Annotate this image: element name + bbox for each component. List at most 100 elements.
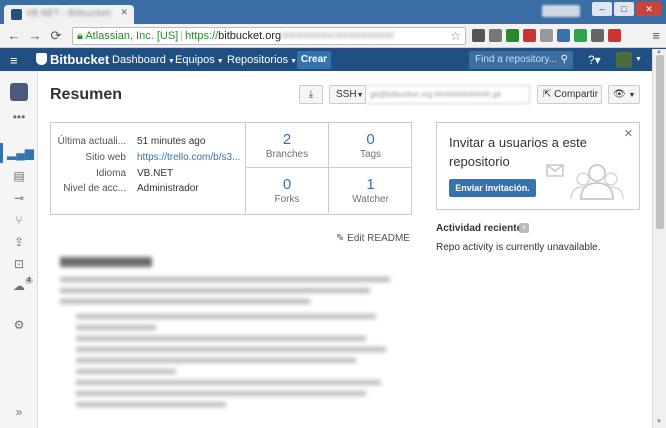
- readme-bullet: [76, 347, 386, 352]
- sidebar-item-settings[interactable]: ⚙: [0, 315, 38, 335]
- stat-forks[interactable]: 0 Forks: [246, 168, 329, 213]
- upload-icon: ⇪: [13, 235, 25, 249]
- recent-activity-title: Actividad reciente: [436, 223, 523, 234]
- nav-equipos[interactable]: Equipos ▼: [175, 54, 224, 66]
- watch-button[interactable]: 👁︎ ▼: [608, 85, 640, 104]
- expand-sidebar-icon[interactable]: »: [0, 402, 38, 422]
- browser-toolbar: ← → ⟳ 🔒︎ Atlassian, Inc. [US] | https://bi…: [0, 24, 666, 48]
- help-icon[interactable]: ?▾: [588, 53, 601, 67]
- bookmark-star-icon[interactable]: ☆: [450, 28, 461, 44]
- extension-icons: [472, 29, 621, 42]
- sidebar-item-downloads[interactable]: ⇪: [0, 232, 38, 252]
- info-value: Administrador: [137, 183, 199, 194]
- edit-readme-link[interactable]: ✎ Edit README: [336, 233, 410, 244]
- share-button[interactable]: ⇱ Compartir: [537, 85, 602, 104]
- stat-label: Forks: [274, 194, 300, 205]
- repo-avatar[interactable]: [10, 83, 28, 101]
- chevron-down-icon: ▼: [167, 58, 175, 65]
- maximize-icon[interactable]: □: [614, 2, 634, 16]
- close-window-icon[interactable]: ✕: [636, 2, 662, 16]
- profile-name[interactable]: [542, 5, 580, 17]
- nav-repositorios-label: Repositorios: [227, 54, 289, 66]
- chevron-down-icon: ▼: [356, 92, 364, 99]
- scrollbar-thumb[interactable]: [656, 55, 664, 229]
- sidebar-item-branches[interactable]: ⑂: [0, 210, 38, 230]
- readme-line: [60, 288, 370, 293]
- sidebar-item-pull-requests[interactable]: ⊡: [0, 254, 38, 274]
- share-icon: ⇱: [543, 89, 555, 100]
- sidebar-item-source[interactable]: ▤: [0, 166, 38, 186]
- search-icon[interactable]: ⚲: [561, 54, 568, 65]
- readme-line: [60, 277, 390, 282]
- info-key: Sitio web: [85, 152, 126, 163]
- info-row-access-level: Nivel de acc... Administrador: [51, 183, 246, 197]
- share-label: Compartir: [554, 89, 599, 100]
- commit-icon: ⊸: [13, 191, 25, 205]
- stat-number: 1: [366, 176, 375, 193]
- grey-extension-icon[interactable]: [540, 29, 553, 42]
- close-icon[interactable]: ✕: [624, 127, 633, 140]
- pipelines-count-badge: 4: [25, 277, 33, 284]
- dark-extension-icon[interactable]: [591, 29, 604, 42]
- file-icon: ▤: [13, 169, 25, 183]
- readme-line: [60, 299, 310, 304]
- nav-repositorios[interactable]: Repositorios ▼: [227, 54, 297, 66]
- bar-chart-icon: ▂▄▆: [7, 146, 34, 160]
- main-content: Resumen ⤓ SSH▼ git@bitbucket.org:##/####…: [38, 71, 652, 428]
- stat-label: Tags: [359, 149, 382, 160]
- lock-icon: 🔒︎: [77, 30, 83, 42]
- send-invitation-button[interactable]: Enviar invitación.: [449, 179, 536, 197]
- stat-tags[interactable]: 0 Tags: [329, 123, 412, 168]
- sidebar-item-overview[interactable]: ▂▄▆: [0, 143, 38, 163]
- hat-extension-icon[interactable]: [608, 29, 621, 42]
- page-scrollbar[interactable]: ▲ ▼: [652, 49, 666, 428]
- close-tab-icon[interactable]: ✕: [120, 8, 128, 18]
- more-icon[interactable]: •••: [0, 107, 38, 127]
- website-link[interactable]: https://trello.com/b/s3...: [137, 152, 245, 163]
- green-extension-icon[interactable]: [574, 29, 587, 42]
- readme-bullet: [76, 402, 226, 407]
- pull-request-icon: ⊡: [13, 257, 25, 271]
- ghostery-extension-icon[interactable]: [489, 29, 502, 42]
- nav-dashboard-label: Dashboard: [112, 54, 166, 66]
- chevron-down-icon[interactable]: ▼: [635, 56, 642, 63]
- ev-certificate-label[interactable]: Atlassian, Inc. [US]: [85, 30, 178, 42]
- pocket-extension-icon[interactable]: [472, 29, 485, 42]
- stat-branches[interactable]: 2 Branches: [246, 123, 329, 168]
- red-extension-icon[interactable]: [523, 29, 536, 42]
- create-button[interactable]: Crear: [297, 51, 331, 69]
- chrome-menu-icon[interactable]: ≡: [652, 28, 660, 43]
- readme-bullet: [76, 358, 356, 363]
- info-key: Última actuali...: [57, 136, 126, 147]
- bitbucket-logo[interactable]: Bitbucket: [36, 52, 109, 67]
- scroll-down-icon[interactable]: ▼: [656, 419, 662, 425]
- hamburger-menu-icon[interactable]: ≡: [10, 53, 18, 68]
- notification-extension-icon[interactable]: [506, 29, 519, 42]
- download-extension-icon[interactable]: [557, 29, 570, 42]
- repository-search-input[interactable]: Find a repository... ⚲: [469, 51, 573, 69]
- invite-users-panel: Invitar a usuarios a este repositorio ✕ …: [436, 122, 640, 210]
- search-placeholder: Find a repository...: [475, 54, 558, 65]
- address-bar[interactable]: 🔒︎ Atlassian, Inc. [US] | https://bitbucke…: [72, 27, 466, 45]
- clone-protocol-label: SSH: [336, 89, 357, 100]
- rss-icon[interactable]: ◗: [519, 223, 529, 233]
- back-icon[interactable]: ←: [6, 28, 22, 44]
- nav-dashboard[interactable]: Dashboard ▼: [112, 54, 175, 66]
- stat-watchers[interactable]: 1 Watcher: [329, 168, 412, 213]
- sidebar-item-commits[interactable]: ⊸: [0, 188, 38, 208]
- repo-details: Última actuali... 51 minutes ago Sitio w…: [51, 123, 246, 214]
- clone-protocol-select[interactable]: SSH▼: [329, 85, 366, 104]
- user-avatar[interactable]: [616, 52, 632, 68]
- browser-tab[interactable]: VB.NET - Bitbucket ✕: [4, 5, 134, 24]
- clone-url-field[interactable]: git@bitbucket.org:##/##########.git: [366, 85, 530, 104]
- download-icon: ⤓: [308, 89, 314, 100]
- download-button[interactable]: ⤓: [299, 85, 323, 104]
- readme-bullet: [76, 336, 366, 341]
- forward-icon[interactable]: →: [27, 28, 43, 44]
- stat-number: 0: [282, 176, 292, 193]
- minimize-icon[interactable]: –: [592, 2, 612, 16]
- stat-number: 2: [282, 131, 292, 148]
- readme-heading: [60, 257, 152, 267]
- reload-icon[interactable]: ⟳: [48, 28, 64, 44]
- activity-empty-message: Repo activity is currently unavailable.: [436, 242, 601, 253]
